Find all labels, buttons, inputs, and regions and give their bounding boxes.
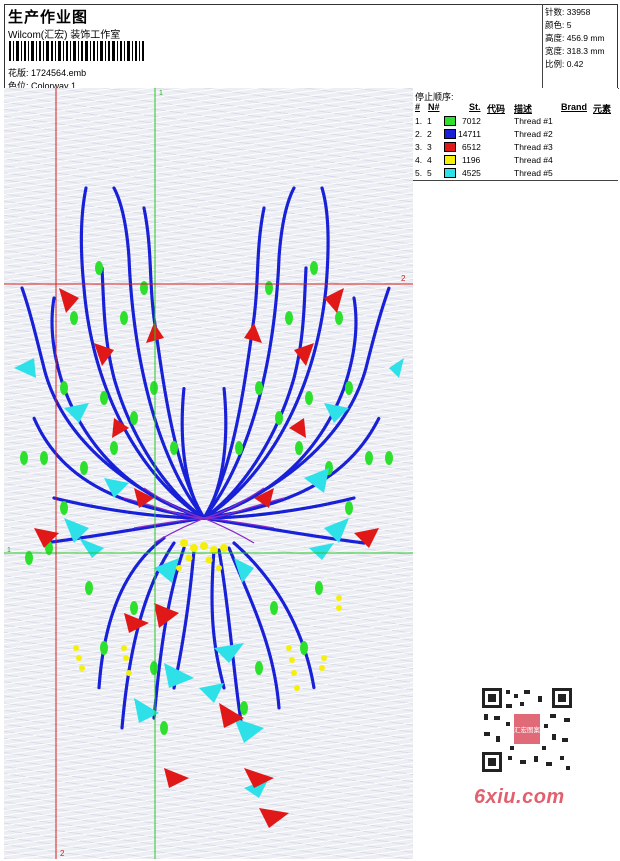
col-brand: Brand (561, 102, 588, 112)
barcode (9, 41, 144, 61)
qr-logo-text: 汇宏图案 (514, 725, 541, 734)
panel-divider (413, 180, 618, 181)
qr-code: 汇宏图案 (470, 680, 586, 780)
green-leaves (20, 261, 393, 735)
thread-swatch (444, 142, 456, 152)
cyan-leaves (14, 358, 404, 798)
design-value: 1724564.emb (31, 68, 87, 78)
guide-label-right: 2 (401, 274, 406, 283)
thread-row: 5. 5 4525 Thread #5 (415, 168, 553, 178)
thread-row: 4. 4 1196 Thread #4 (415, 155, 553, 165)
col-element: 元素 (593, 104, 612, 114)
col-st: St. (469, 102, 481, 112)
col-code: 代码 (487, 104, 506, 114)
thread-swatch (444, 168, 456, 178)
thread-row: 2. 2 14711 Thread #2 (415, 129, 553, 139)
thread-swatch (444, 155, 456, 165)
embroidery-artwork: 1 2 1 2 (4, 88, 413, 859)
thread-row: 1. 1 7012 Thread #1 (415, 116, 553, 126)
design-file: 花版: 1724564.emb (8, 66, 86, 79)
header-info: 生产作业图 Wilcom(汇宏) 装饰工作室 花版: 1724564.emb 色… (4, 4, 542, 91)
stat-stitches: 针数: 33958 (545, 7, 591, 17)
watermark-site: 6xiu.com (474, 786, 565, 808)
design-canvas: 1 2 1 2 (4, 88, 414, 859)
stat-width: 宽度: 318.3 mm (545, 46, 605, 56)
col-n: N# (428, 102, 440, 112)
col-num: # (415, 102, 421, 112)
stat-colors: 颜色: 5 (545, 20, 572, 30)
design-label: 花版: (8, 68, 29, 78)
stats-box: 针数: 33958 颜色: 5 高度: 456.9 mm 宽度: 318.3 m… (542, 4, 619, 89)
thread-row: 3. 3 6512 Thread #3 (415, 142, 553, 152)
guide-label-left: 1 (7, 547, 11, 554)
guide-label-bottom: 2 (60, 849, 65, 858)
stat-height: 高度: 456.9 mm (545, 33, 605, 43)
col-desc: 描述 (514, 104, 533, 114)
page-title: 生产作业图 (8, 9, 89, 26)
qr-pattern: 汇宏图案 (480, 686, 574, 774)
guide-label-top: 1 (159, 90, 163, 97)
thread-swatch (444, 129, 456, 139)
stat-scale: 比例: 0.42 (545, 59, 584, 69)
studio-name: Wilcom(汇宏) 装饰工作室 (8, 30, 121, 41)
thread-swatch (444, 116, 456, 126)
